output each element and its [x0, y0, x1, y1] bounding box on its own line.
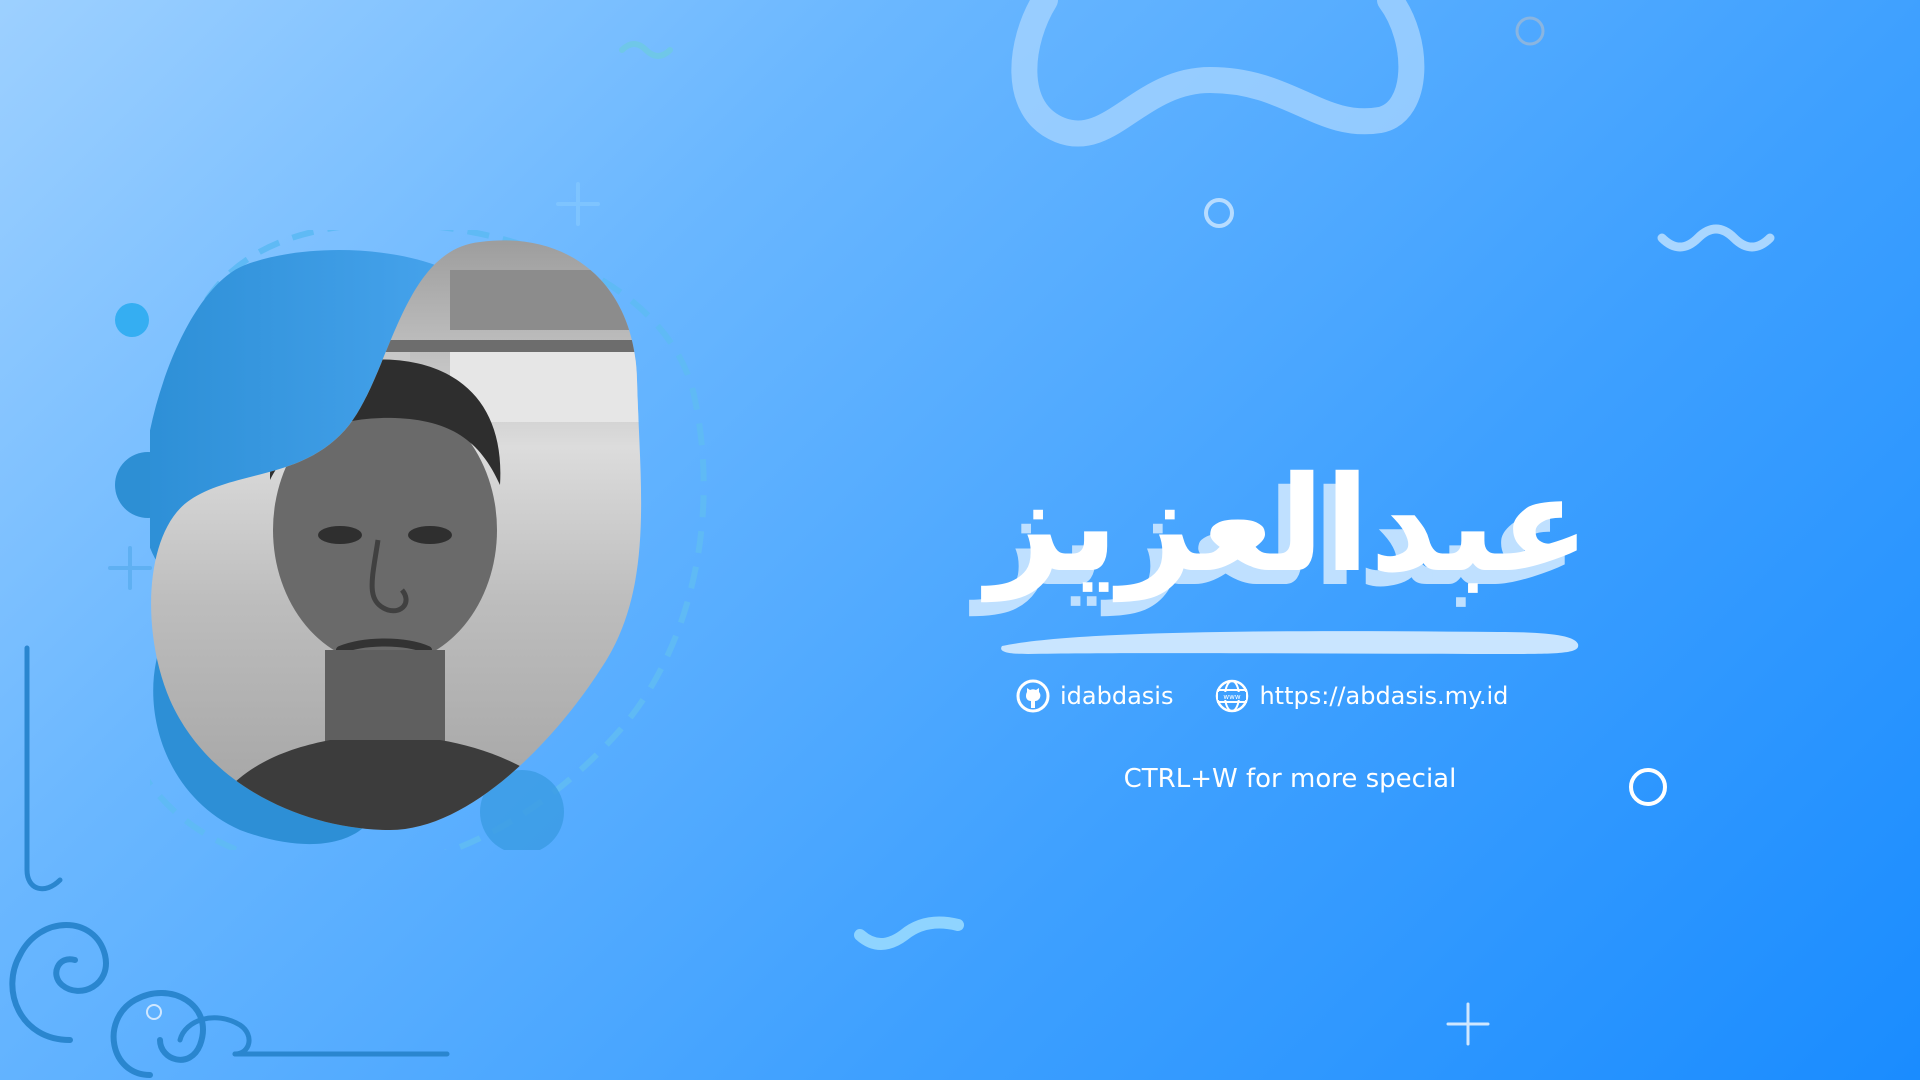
plus-left [108, 546, 152, 590]
ring-top-right [1515, 16, 1545, 46]
profile-links: idabdasis www https://abdasis.my.id [1016, 676, 1550, 716]
github-link[interactable]: idabdasis [1016, 679, 1173, 713]
brush-underline [1001, 631, 1579, 654]
dot-small [115, 303, 149, 337]
profile-photo-frame [115, 220, 750, 874]
name-heading: عبدالعزيز عبدالعزيز [975, 440, 1590, 640]
corner-swirl-1 [9, 922, 109, 1043]
plus-bottom [1446, 1002, 1490, 1046]
ring-mid [1204, 198, 1234, 228]
squiggle-right [1657, 224, 1775, 252]
squiggle-top [619, 41, 673, 59]
github-username: idabdasis [1060, 682, 1174, 710]
name-heading-text: عبدالعزيز [986, 448, 1590, 602]
tagline: CTRL+W for more special [1123, 764, 1457, 794]
globe-www-icon: www [1216, 679, 1249, 713]
loop-decoration [1011, 0, 1425, 147]
website-url: https://abdasis.my.id [1259, 682, 1509, 710]
photo-blob [115, 220, 707, 874]
corner-ring [146, 1004, 162, 1020]
plus-top [556, 182, 600, 226]
github-icon [1016, 679, 1050, 713]
corner-swirl-3 [177, 1015, 252, 1057]
ring-right [1629, 768, 1667, 806]
svg-text:www: www [1224, 693, 1241, 701]
website-link[interactable]: www https://abdasis.my.id [1215, 679, 1508, 713]
squiggle-bottom [854, 916, 964, 950]
